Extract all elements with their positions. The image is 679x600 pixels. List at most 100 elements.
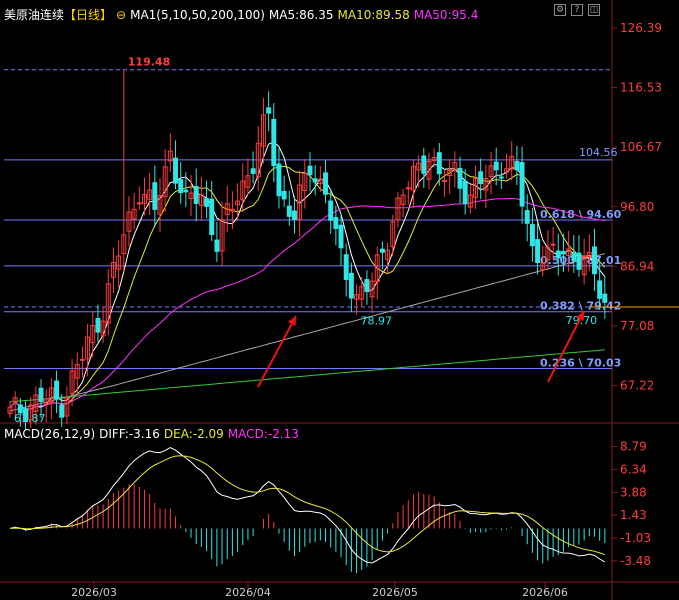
candle-body — [498, 176, 504, 179]
x-tick-label: 2026/05 — [372, 586, 418, 599]
x-tick-label: 2026/04 — [225, 586, 271, 599]
macd-y-tick-label: 8.79 — [620, 440, 647, 454]
x-tick-label: 2026/03 — [71, 586, 117, 599]
ma-indicator-label[interactable]: MA1(5,10,50,200,100) — [130, 8, 265, 22]
macd-indicator-label[interactable]: MACD(26,12,9) — [4, 427, 95, 441]
candle-body — [462, 180, 468, 205]
low-label: 61.87 — [14, 412, 46, 425]
macd-y-tick-label: -3.48 — [620, 554, 651, 568]
fib-label: 0.618 \ 94.60 — [540, 208, 622, 221]
candle-body — [592, 246, 597, 275]
candle-body — [529, 224, 535, 247]
macd-header: MACD(26,12,9) DIFF:-3.16 DEA:-2.09 MACD:-2.… — [4, 427, 303, 441]
macd-y-tick-label: -1.03 — [620, 531, 651, 545]
annotations: 119.4861.8778.97 79.70 — [14, 56, 597, 425]
arrow-left — [257, 315, 297, 388]
candle-body — [250, 168, 256, 174]
candle-body — [602, 293, 608, 303]
moving-averages — [9, 141, 606, 412]
candle-body — [328, 200, 334, 221]
settings-circle-icon[interactable]: ⊖ — [116, 8, 126, 22]
macd-panel: 8.79 6.34 3.88 1.43 -1.03 -3.48 — [9, 440, 651, 574]
candle-body — [79, 358, 85, 361]
candle-body — [338, 224, 344, 249]
swing-low-label: 78.97 — [361, 314, 393, 327]
ma10-line — [9, 165, 606, 411]
candle-body — [333, 217, 339, 229]
candle-body — [550, 243, 556, 246]
candle-body — [493, 161, 499, 171]
candle-body — [519, 162, 525, 207]
ma5-value: MA5:86.35 — [268, 8, 334, 22]
candle-body — [560, 251, 566, 255]
candle-body — [152, 182, 158, 210]
candle-body — [436, 152, 442, 175]
candle-body — [535, 239, 541, 264]
macd-y-tick-label: 6.34 — [620, 462, 647, 476]
candle-body — [173, 157, 178, 184]
candle-body — [348, 272, 354, 299]
y-tick-label: 67.22 — [620, 378, 654, 392]
resistance-label: 104.56 — [579, 146, 618, 159]
macd-dea-line — [9, 455, 605, 556]
candle-body — [576, 252, 582, 270]
candle-body — [307, 165, 313, 176]
fib-label: 0.236 \ 70.03 — [540, 356, 621, 369]
candle-body — [266, 107, 272, 114]
candle-body — [343, 254, 349, 280]
candle-body — [95, 317, 101, 333]
macd-diff-line — [9, 447, 606, 564]
candle-body — [292, 210, 297, 220]
symbol-name[interactable]: 美原油连续 — [4, 8, 64, 22]
candle-body — [193, 186, 199, 204]
x-tick-label: 2026/06 — [522, 586, 568, 599]
ma200-line — [9, 349, 605, 403]
candle-body — [214, 239, 220, 252]
candle-body — [38, 387, 44, 402]
candle-body — [405, 187, 411, 190]
candle-body — [364, 279, 370, 293]
ma50-value: MA50:95.4 — [413, 8, 479, 22]
ma5-line — [9, 141, 606, 411]
candle-body — [555, 250, 561, 259]
macd-y-tick-label: 3.88 — [620, 485, 647, 499]
candle-body — [514, 161, 520, 171]
macd-macd-value: MACD:-2.13 — [227, 427, 299, 441]
y-tick-label: 116.53 — [620, 81, 662, 95]
macd-y-tick-label: 1.43 — [620, 508, 647, 522]
ma50-line — [9, 197, 605, 411]
candle-body — [204, 198, 210, 207]
fib-label: 0.382 \ 79.42 — [540, 300, 621, 313]
candle-body — [59, 404, 65, 418]
y-tick-label: 96.80 — [620, 200, 654, 214]
candle-body — [442, 179, 447, 182]
candle-body — [597, 280, 603, 299]
macd-diff-value: DIFF:-3.16 — [99, 427, 160, 441]
candle-body — [457, 167, 463, 189]
candle-body — [379, 248, 385, 253]
y-tick-label: 86.94 — [620, 259, 654, 273]
date-axis: 2026/03 2026/04 2026/05 2026/06 — [71, 582, 568, 599]
candle-body — [478, 171, 484, 185]
candle-body — [524, 210, 530, 224]
period-label[interactable]: 【日线】 — [64, 8, 112, 22]
price-axis: 126.39 116.53 106.67 96.80 86.94 77.08 67.22 — [590, 21, 679, 392]
help-icon[interactable]: ? — [571, 4, 583, 16]
candle-body — [421, 155, 427, 174]
candle-body — [312, 178, 318, 183]
ma10-value: MA10:89.58 — [337, 8, 410, 22]
candle-body — [136, 202, 142, 205]
settings-icon[interactable]: ⚙ — [554, 4, 566, 16]
candle-body — [271, 118, 277, 167]
candle-body — [54, 380, 60, 400]
candle-body — [286, 205, 292, 217]
y-tick-label: 77.08 — [620, 319, 654, 333]
candle-body — [183, 189, 189, 193]
expand-icon[interactable]: ◫ — [588, 4, 600, 16]
candle-body — [323, 172, 328, 195]
price-chart[interactable]: 0.618 \ 94.600.500 \ 87.010.382 \ 79.420… — [0, 0, 679, 600]
y-tick-label: 126.39 — [620, 21, 662, 35]
candle-body — [571, 252, 577, 261]
candle-body — [178, 179, 184, 194]
candle-body — [281, 190, 287, 200]
